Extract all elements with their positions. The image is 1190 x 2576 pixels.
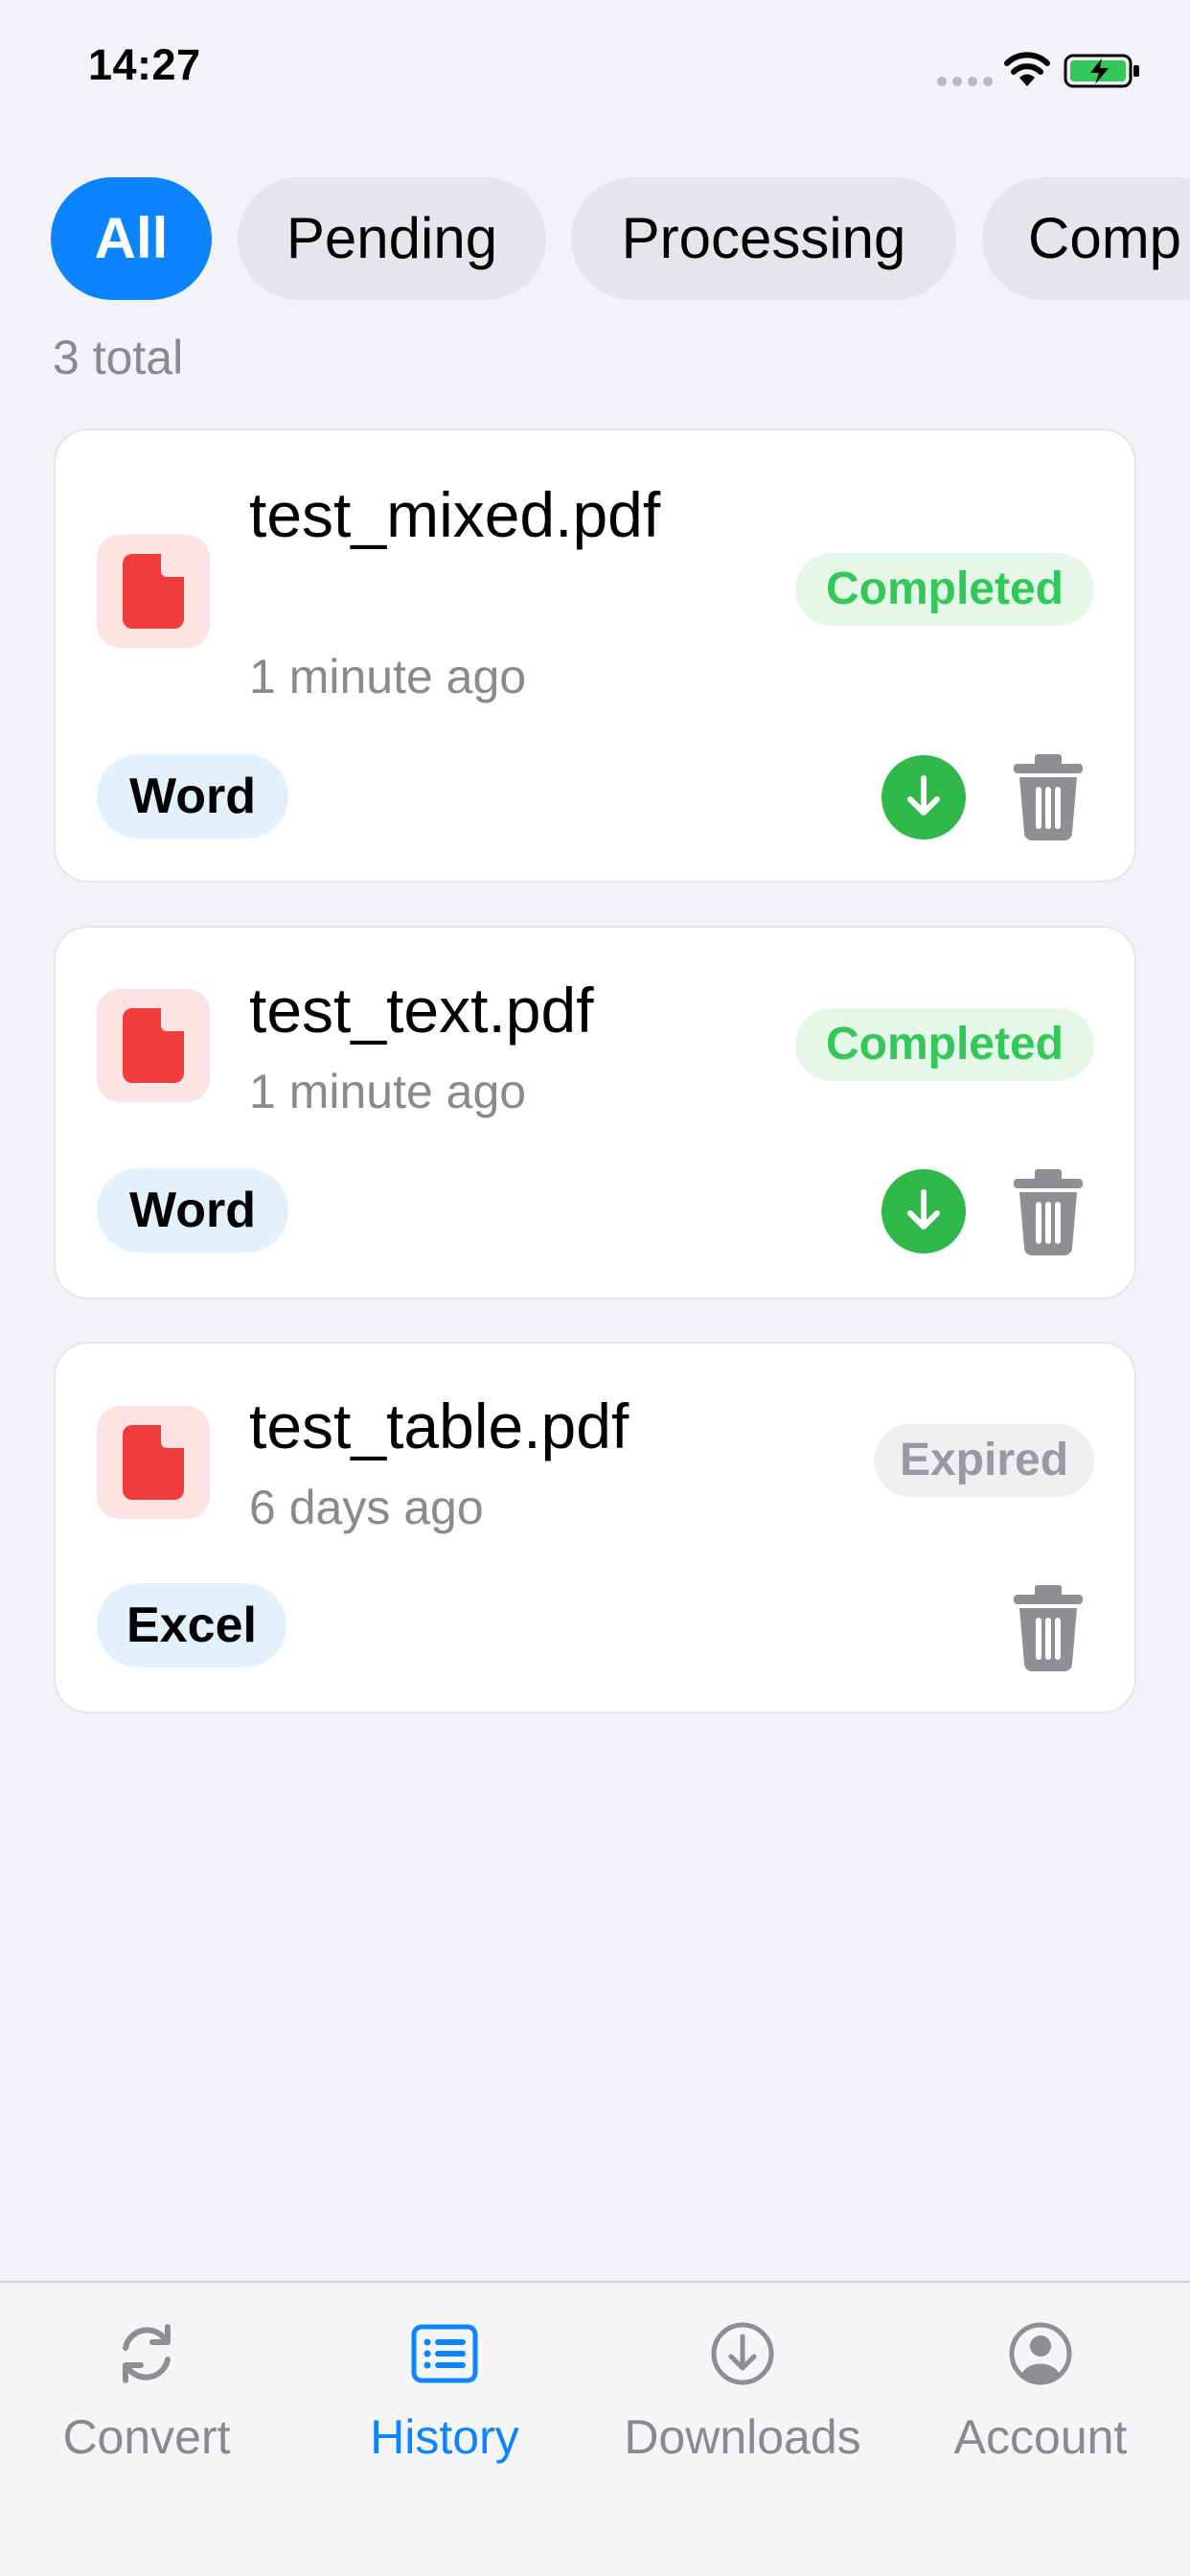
tab-label: Convert [62,2410,231,2464]
pdf-file-icon [97,535,210,648]
download-button[interactable] [881,755,966,840]
status-filter-bar: All Pending Processing Comp [51,177,1190,302]
format-badge: Excel [97,1583,286,1668]
filter-chip-processing[interactable]: Processing [571,177,956,300]
list-icon [411,2324,478,2383]
conversion-card[interactable]: test_table.pdf 6 days ago Expired Excel [54,1342,1136,1714]
file-name: test_mixed.pdf [249,479,661,550]
file-name: test_table.pdf [249,1391,629,1461]
total-count: 3 total [53,331,184,384]
status-badge: Completed [795,1008,1094,1081]
status-badge: Expired [874,1424,1094,1497]
status-badge: Completed [795,553,1094,626]
file-time: 6 days ago [249,1481,484,1534]
battery-charging-icon [1064,54,1139,88]
filter-chip-all[interactable]: All [51,177,212,300]
delete-button[interactable] [1012,1167,1085,1255]
format-badge: Word [97,1168,288,1253]
tab-label: Account [953,2410,1128,2464]
tab-convert[interactable]: Convert [3,2319,290,2482]
conversion-card[interactable]: test_mixed.pdf 1 minute ago Completed Wo… [54,428,1136,883]
tab-label: History [370,2410,519,2464]
person-circle-icon [1009,2322,1072,2385]
tab-bar: Convert History Downloads Account [0,2281,1190,2576]
delete-button[interactable] [1012,1583,1085,1671]
wifi-icon [1004,52,1050,86]
tab-history[interactable]: History [301,2319,588,2482]
filter-chip-pending[interactable]: Pending [238,177,546,300]
download-circle-icon [711,2322,774,2385]
tab-account[interactable]: Account [897,2319,1184,2482]
file-time: 1 minute ago [249,1065,527,1118]
tab-label: Downloads [624,2410,861,2464]
tab-downloads[interactable]: Downloads [599,2319,886,2482]
refresh-icon [123,2324,171,2383]
status-time: 14:27 [88,40,201,89]
cellular-signal-icon [937,77,993,86]
file-time: 1 minute ago [249,650,527,703]
file-name: test_text.pdf [249,975,594,1046]
filter-chip-completed[interactable]: Comp [982,177,1190,300]
download-button[interactable] [881,1169,966,1254]
delete-button[interactable] [1012,752,1085,840]
pdf-file-icon [97,1406,210,1519]
conversion-card[interactable]: test_text.pdf 1 minute ago Completed Wor… [54,926,1136,1300]
format-badge: Word [97,754,288,839]
status-bar: 14:27 [0,0,1190,144]
pdf-file-icon [97,989,210,1102]
